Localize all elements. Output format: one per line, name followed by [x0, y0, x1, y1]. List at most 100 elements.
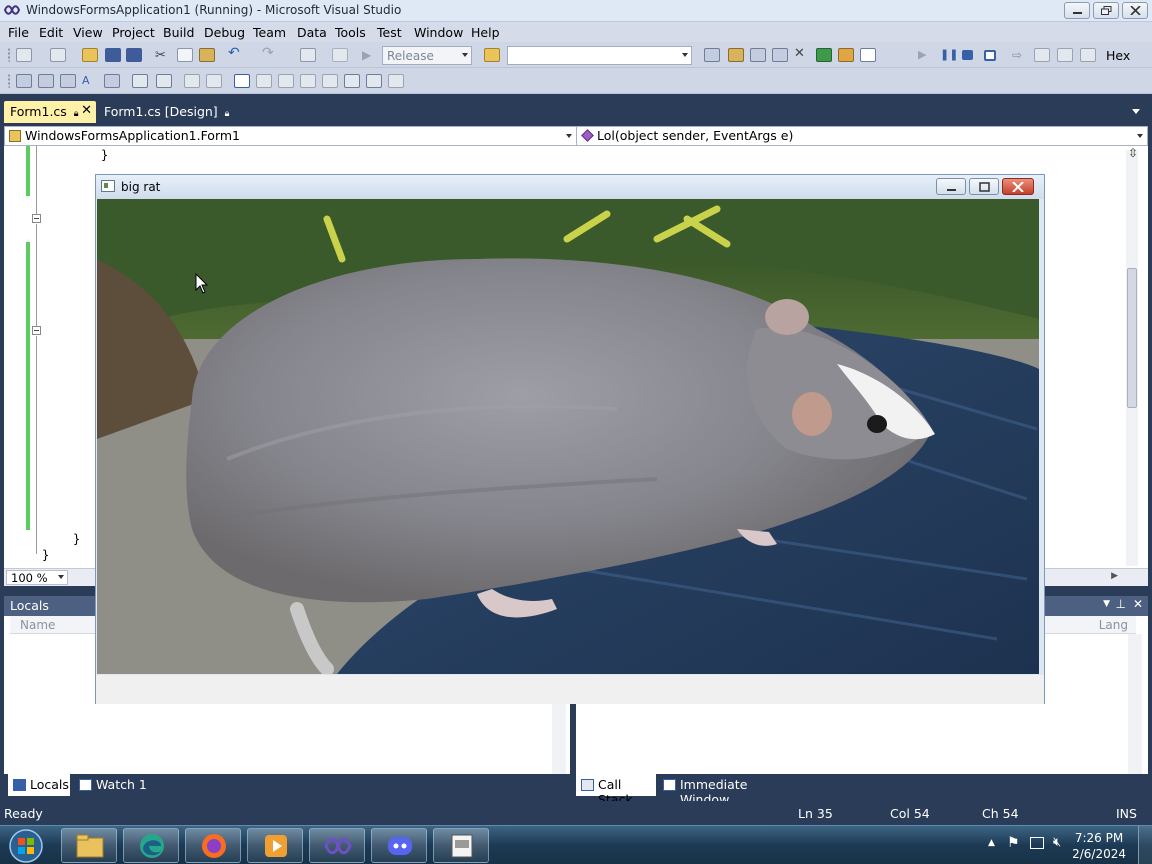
tab-form1-cs[interactable]: Form1.cs 🔒︎ ✕ [4, 101, 96, 123]
next-bookmark-folder-icon[interactable] [322, 74, 338, 88]
comment-out-icon[interactable] [184, 74, 200, 88]
object-browser-icon[interactable] [750, 48, 766, 62]
taskbar-firefox[interactable] [185, 828, 241, 863]
taskbar-form-app[interactable] [433, 828, 489, 863]
toolbar-grip[interactable] [8, 74, 12, 88]
tab-immediate-window[interactable]: Immediate Window [658, 774, 798, 807]
decrease-indent-icon[interactable] [104, 74, 120, 88]
tab-form1-design[interactable]: Form1.cs [Design] 🔒︎ [98, 101, 235, 123]
clock[interactable]: 7:26 PM 2/6/2024 [1072, 830, 1126, 862]
toolbar-grip[interactable] [8, 48, 12, 62]
menu-debug[interactable]: Debug [204, 25, 245, 40]
tab-close-icon[interactable]: ✕ [81, 103, 92, 118]
collapse-region-icon[interactable] [32, 326, 41, 335]
step-into-icon[interactable] [1034, 48, 1050, 62]
column-language[interactable]: Lang [1099, 618, 1128, 632]
menu-team[interactable]: Team [253, 25, 286, 40]
pin-icon[interactable]: ⊥ [1116, 597, 1126, 611]
step-over-icon[interactable] [1057, 48, 1073, 62]
form-close-button[interactable] [1002, 178, 1034, 195]
taskbar-edge[interactable] [123, 828, 179, 863]
solution-config-dropdown[interactable]: Release [382, 46, 472, 65]
minimize-button[interactable] [1064, 2, 1090, 19]
stop-debugging-icon[interactable] [962, 50, 973, 60]
save-icon[interactable] [105, 48, 121, 62]
taskbar-visual-studio[interactable] [309, 828, 365, 863]
network-icon[interactable] [1030, 837, 1044, 849]
taskbar-media-player[interactable] [247, 828, 303, 863]
hex-toggle[interactable]: Hex [1106, 48, 1130, 63]
menu-project[interactable]: Project [112, 25, 155, 40]
menu-build[interactable]: Build [163, 25, 194, 40]
uncomment-icon[interactable] [206, 74, 222, 88]
add-item-icon[interactable] [50, 48, 66, 62]
menu-window[interactable]: Window [414, 25, 463, 40]
copy-icon[interactable] [177, 48, 193, 62]
window-position-icon[interactable]: ▼ [1103, 599, 1110, 609]
taskbar-discord[interactable] [371, 828, 427, 863]
show-desktop-button[interactable] [1138, 826, 1152, 864]
tab-locals[interactable]: Locals [8, 774, 70, 796]
solution-explorer-icon[interactable] [704, 48, 720, 62]
restart-icon[interactable] [984, 50, 996, 61]
menu-view[interactable]: View [73, 25, 103, 40]
scroll-right-icon[interactable]: ▶ [1111, 571, 1118, 581]
navigate-backward-icon[interactable] [300, 48, 316, 62]
toolbox-icon[interactable] [772, 48, 788, 62]
taskbar-file-explorer[interactable] [61, 828, 117, 863]
restore-button[interactable] [1093, 2, 1119, 19]
zoom-dropdown[interactable]: 100 % [6, 570, 68, 585]
new-project-icon[interactable] [16, 48, 32, 62]
clear-bookmarks-icon[interactable] [388, 74, 404, 88]
active-files-dropdown-icon[interactable] [1132, 109, 1140, 114]
tab-watch-1[interactable]: Watch 1 [74, 774, 154, 796]
outdent-icon[interactable] [156, 74, 172, 88]
start-page-icon[interactable] [860, 48, 876, 62]
cut-icon[interactable]: ✂ [155, 48, 171, 63]
complete-word-icon[interactable]: A [82, 74, 98, 88]
quick-info-icon[interactable] [60, 74, 76, 88]
scrollbar-thumb[interactable] [1127, 268, 1137, 408]
continue-icon[interactable]: ▶ [918, 48, 934, 62]
show-next-statement-icon[interactable]: ⇨ [1012, 48, 1028, 62]
prev-bookmark-doc-icon[interactable] [344, 74, 360, 88]
undo-icon[interactable]: ↶ [228, 45, 244, 61]
close-button[interactable] [1122, 2, 1148, 19]
call-stack-scrollbar[interactable] [1128, 634, 1142, 774]
team-explorer-icon[interactable] [816, 48, 832, 62]
parameter-info-icon[interactable] [38, 74, 54, 88]
start-button[interactable] [4, 827, 48, 864]
next-bookmark-doc-icon[interactable] [366, 74, 382, 88]
menu-file[interactable]: File [8, 25, 29, 40]
column-name[interactable]: Name [20, 618, 55, 632]
menu-tools[interactable]: Tools [335, 25, 366, 40]
find-combo[interactable] [507, 46, 692, 65]
menu-help[interactable]: Help [471, 25, 500, 40]
tools-icon[interactable]: ✕ [794, 46, 810, 61]
split-window-icon[interactable]: ⇳ [1128, 146, 1138, 160]
menu-edit[interactable]: Edit [39, 25, 63, 40]
big-rat-form-window[interactable]: big rat [95, 174, 1045, 704]
server-explorer-icon[interactable] [838, 48, 854, 62]
close-pane-icon[interactable]: ✕ [1133, 597, 1143, 611]
menu-data[interactable]: Data [297, 25, 327, 40]
tab-call-stack[interactable]: Call Stack [576, 774, 656, 807]
next-bookmark-icon[interactable] [278, 74, 294, 88]
find-in-files-icon[interactable] [484, 48, 500, 62]
form-title-bar[interactable]: big rat [96, 175, 1044, 199]
form-maximize-button[interactable] [969, 178, 999, 195]
display-object-member-icon[interactable] [16, 74, 32, 88]
toggle-bookmark-icon[interactable] [234, 74, 250, 88]
form-minimize-button[interactable] [936, 178, 966, 195]
action-center-flag-icon[interactable]: ⚑ [1007, 835, 1020, 851]
open-file-icon[interactable] [82, 48, 98, 62]
editor-vertical-scrollbar[interactable] [1126, 150, 1138, 566]
start-debug-icon[interactable]: ▶ [362, 48, 378, 62]
redo-icon[interactable]: ↷ [262, 45, 278, 61]
navigate-forward-icon[interactable] [332, 48, 348, 62]
properties-icon[interactable] [728, 48, 744, 62]
step-out-icon[interactable] [1080, 48, 1096, 62]
prev-bookmark-icon[interactable] [256, 74, 272, 88]
show-hidden-icons-icon[interactable]: ▲ [988, 838, 995, 848]
member-dropdown[interactable]: Lol(object sender, EventArgs e) [577, 127, 1147, 145]
